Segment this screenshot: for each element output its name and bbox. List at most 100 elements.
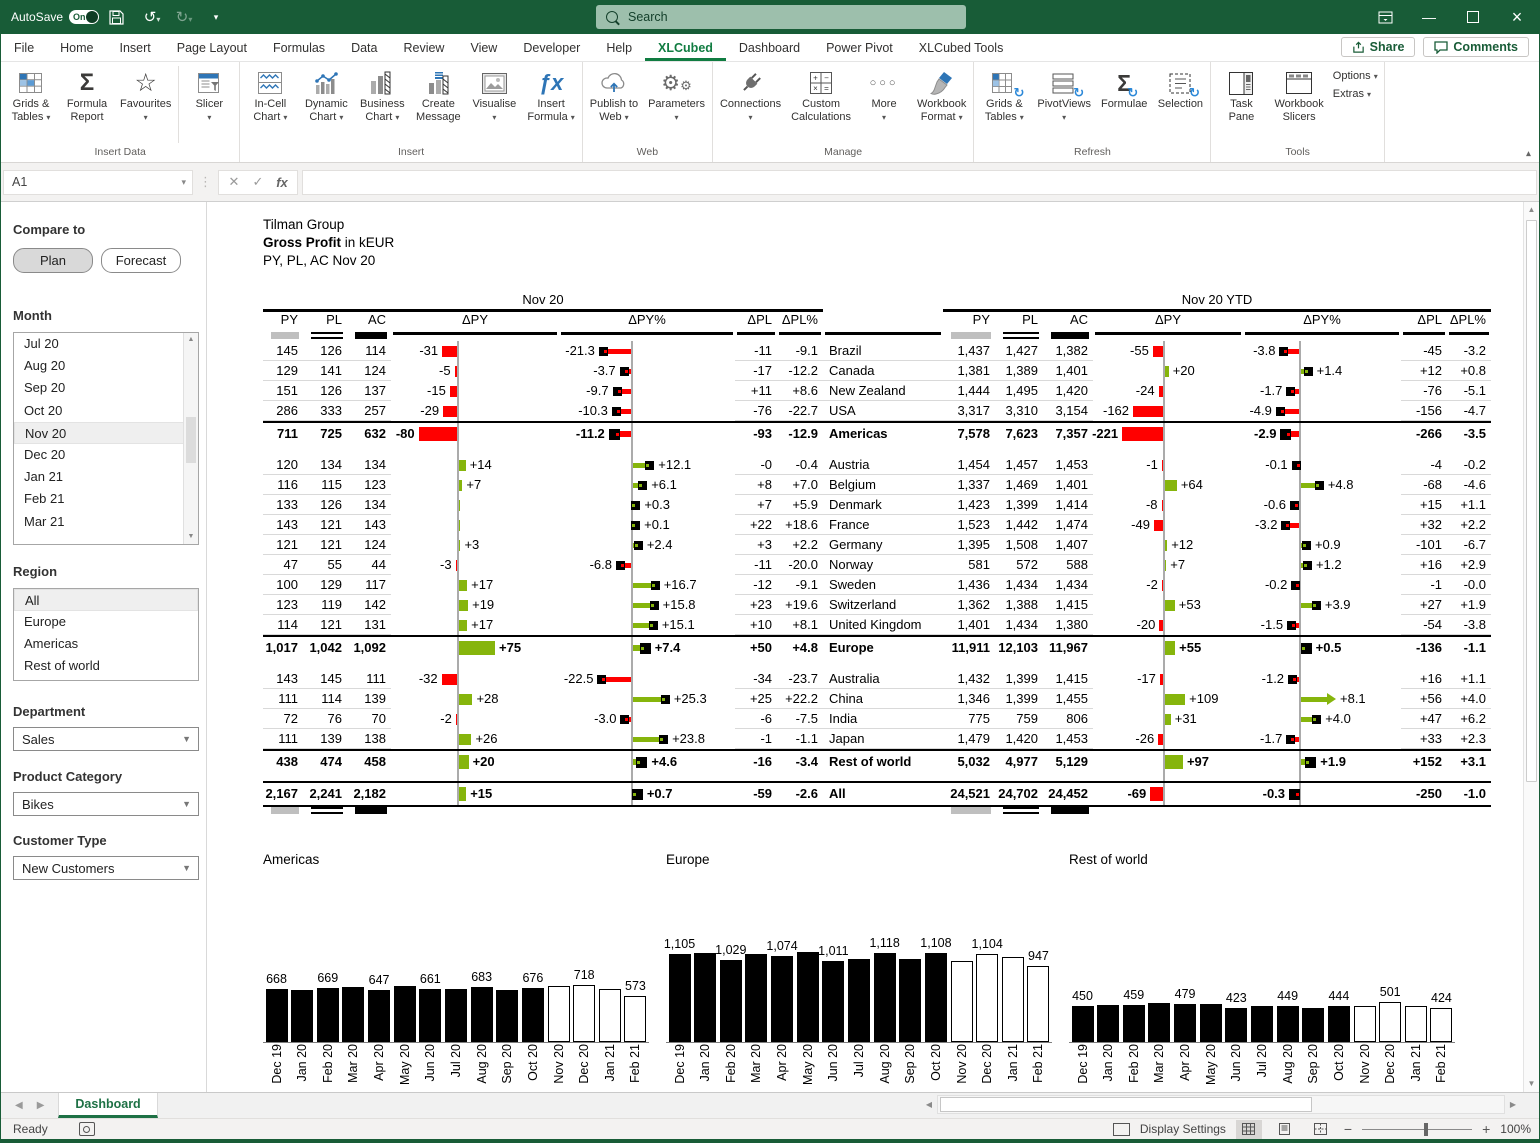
cell-py[interactable]: 72 [263, 709, 303, 729]
cell-delta-pl-pct-ytd[interactable]: +2.9 [1447, 555, 1491, 575]
cell-delta-pl[interactable]: -17 [735, 361, 777, 381]
cell-ac-ytd[interactable]: 806 [1043, 709, 1093, 729]
scroll-down-icon[interactable]: ▼ [1524, 1076, 1539, 1092]
cell-pl[interactable]: 126 [303, 341, 347, 361]
maximize-button[interactable] [1451, 0, 1495, 34]
horizontal-scrollbar[interactable]: ◀ ▶ [921, 1095, 1521, 1114]
row-label-usa[interactable]: USA [823, 401, 943, 421]
cell-ac[interactable]: 143 [347, 515, 391, 535]
cell-pl[interactable]: 126 [303, 495, 347, 515]
cell-py-ytd[interactable]: 1,362 [943, 595, 995, 615]
scroll-left-icon[interactable]: ◀ [921, 1100, 937, 1109]
tab-review[interactable]: Review [390, 36, 457, 61]
ribbon-button-parameters[interactable]: ⚙⚙ Parameters ▾ [643, 64, 710, 145]
cell-pl[interactable]: 119 [303, 595, 347, 615]
cancel-icon[interactable]: ✕ [223, 174, 245, 190]
vertical-scrollbar[interactable]: ▲ ▼ [1523, 202, 1539, 1092]
cell-ac[interactable]: 114 [347, 341, 391, 361]
tab-file[interactable]: File [1, 36, 47, 61]
cell-delta-pl[interactable]: +3 [735, 535, 777, 555]
cell-pl[interactable]: 129 [303, 575, 347, 595]
cell-delta-pl-ytd[interactable]: +56 [1401, 689, 1447, 709]
chart-europe[interactable]: Europe 1,105 1,029 1,074 1,011 1,118 1,108 1,10… [664, 852, 1062, 1102]
cell-delta-pl-pct[interactable]: -12.2 [777, 361, 823, 381]
ribbon-button-grids-tables[interactable]: Grids & Tables ▾ [3, 64, 59, 145]
row-label-japan[interactable]: Japan [823, 729, 943, 749]
cell-pl[interactable]: 139 [303, 729, 347, 749]
cell-delta-pl[interactable]: -93 [735, 423, 777, 445]
cell-delta-pl-pct-ytd[interactable]: +4.0 [1447, 689, 1491, 709]
page-layout-view-button[interactable] [1272, 1120, 1298, 1139]
cell-py-ytd[interactable]: 775 [943, 709, 995, 729]
cell-ac-ytd[interactable]: 1,434 [1043, 575, 1093, 595]
name-box[interactable]: A1 ▾ [3, 169, 193, 195]
chart-rest-of-world[interactable]: Rest of world 450 459 479 423 449 444 501 424 Dec… [1069, 852, 1465, 1102]
cell-py[interactable]: 121 [263, 535, 303, 555]
enter-icon[interactable]: ✓ [247, 174, 269, 190]
tab-dashboard[interactable]: Dashboard [726, 36, 813, 61]
month-item-mar-21[interactable]: Mar 21 [14, 511, 198, 533]
normal-view-button[interactable] [1235, 1119, 1262, 1139]
ribbon-button-visualise[interactable]: Visualise ▾ [466, 64, 522, 145]
cell-delta-pl-pct[interactable]: -1.1 [777, 729, 823, 749]
cell-delta-pl-pct-ytd[interactable]: -1.1 [1447, 637, 1491, 659]
cell-ac-ytd[interactable]: 1,380 [1043, 615, 1093, 635]
undo-icon[interactable]: ↺▾ [141, 8, 163, 26]
cell-delta-pl-pct-ytd[interactable]: +1.9 [1447, 595, 1491, 615]
cell-pl[interactable]: 145 [303, 669, 347, 689]
cell-delta-pl-pct-ytd[interactable]: +3.1 [1447, 751, 1491, 773]
cell-delta-pl[interactable]: +7 [735, 495, 777, 515]
tab-data[interactable]: Data [338, 36, 390, 61]
cell-py-ytd[interactable]: 11,911 [943, 637, 995, 659]
cell-delta-pl-ytd[interactable]: +27 [1401, 595, 1447, 615]
cell-ac-ytd[interactable]: 7,357 [1043, 423, 1093, 445]
cell-py-ytd[interactable]: 1,401 [943, 615, 995, 635]
cell-py[interactable]: 2,167 [263, 783, 303, 805]
month-item-feb-21[interactable]: Feb 21 [14, 488, 198, 510]
cell-pl-ytd[interactable]: 24,702 [995, 783, 1043, 805]
cell-delta-pl-pct[interactable]: +22.2 [777, 689, 823, 709]
cell-ac[interactable]: 139 [347, 689, 391, 709]
month-list-scrollbar[interactable]: ▲ ▼ [183, 333, 198, 544]
macro-record-icon[interactable] [79, 1122, 95, 1136]
cell-pl[interactable]: 134 [303, 455, 347, 475]
cell-pl-ytd[interactable]: 4,977 [995, 751, 1043, 773]
cell-delta-pl[interactable]: +10 [735, 615, 777, 635]
zoom-in-icon[interactable]: + [1482, 1121, 1490, 1137]
forecast-button[interactable]: Forecast [101, 248, 181, 273]
namebox-chevron-icon[interactable]: ▾ [181, 177, 192, 188]
cell-ac[interactable]: 124 [347, 361, 391, 381]
cell-pl[interactable]: 121 [303, 515, 347, 535]
cell-delta-pl-pct[interactable]: +19.6 [777, 595, 823, 615]
cell-delta-pl-ytd[interactable]: +15 [1401, 495, 1447, 515]
tab-view[interactable]: View [457, 36, 510, 61]
cell-delta-pl-ytd[interactable]: -54 [1401, 615, 1447, 635]
cell-ac[interactable]: 134 [347, 495, 391, 515]
cell-py[interactable]: 438 [263, 751, 303, 773]
ribbon-button-publish-to-web[interactable]: Publish to Web ▾ [585, 64, 643, 145]
ribbon-button-more[interactable]: ○○○ More ▾ [856, 64, 912, 145]
cell-delta-pl-pct[interactable]: -23.7 [777, 669, 823, 689]
cell-ac-ytd[interactable]: 1,382 [1043, 341, 1093, 361]
cell-delta-pl[interactable]: -1 [735, 729, 777, 749]
cell-ac-ytd[interactable]: 3,154 [1043, 401, 1093, 421]
cell-py[interactable]: 133 [263, 495, 303, 515]
tab-home[interactable]: Home [47, 36, 106, 61]
ribbon-button-pivotviews[interactable]: ↻ PivotViews ▾ [1032, 64, 1096, 145]
cell-py-ytd[interactable]: 1,432 [943, 669, 995, 689]
tab-xlcubed-tools[interactable]: XLCubed Tools [906, 36, 1017, 61]
cell-delta-pl-pct-ytd[interactable]: +2.3 [1447, 729, 1491, 749]
zoom-level[interactable]: 100% [1500, 1122, 1531, 1136]
cell-ac-ytd[interactable]: 1,407 [1043, 535, 1093, 555]
cell-ac[interactable]: 1,092 [347, 637, 391, 659]
cell-delta-pl-ytd[interactable]: +16 [1401, 669, 1447, 689]
cell-ac[interactable]: 257 [347, 401, 391, 421]
row-label-switzerland[interactable]: Switzerland [823, 595, 943, 615]
row-label-new-zealand[interactable]: New Zealand [823, 381, 943, 401]
ribbon-menu-options[interactable]: Options ▾ [1333, 70, 1378, 82]
cell-pl-ytd[interactable]: 3,310 [995, 401, 1043, 421]
formula-input[interactable] [302, 169, 1537, 195]
cell-py[interactable]: 143 [263, 669, 303, 689]
ribbon-button-business-chart[interactable]: Business Chart ▾ [354, 64, 410, 145]
cell-delta-pl-pct-ytd[interactable]: +6.2 [1447, 709, 1491, 729]
